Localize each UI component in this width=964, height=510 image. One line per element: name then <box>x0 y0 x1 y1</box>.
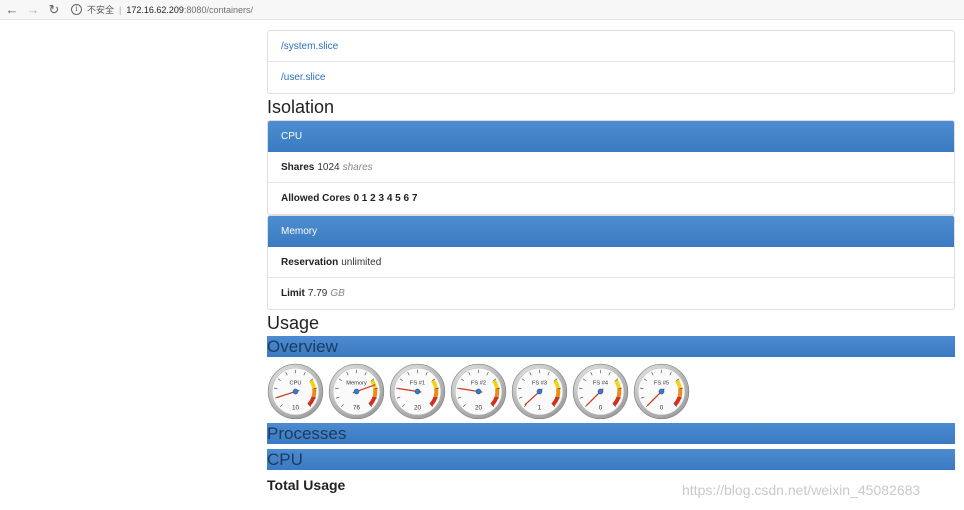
overview-heading-text: Overview <box>267 337 338 356</box>
usage-title: Usage <box>267 313 320 333</box>
processes-heading: Processes <box>267 423 955 444</box>
processes-heading-text: Processes <box>267 424 347 443</box>
gauge-value: 20 <box>475 404 482 411</box>
gauge-label: FS #3 <box>532 380 547 386</box>
gauge-label: FS #5 <box>654 380 669 386</box>
page-content: /system.slice /user.slice Isolation CPU … <box>267 30 955 495</box>
gauge-label: Memory <box>346 380 367 386</box>
info-icon[interactable]: i <box>71 4 82 15</box>
gauge-value: 0 <box>599 404 603 411</box>
gauge-label: FS #2 <box>471 380 486 386</box>
isolation-title: Isolation <box>267 97 335 117</box>
shares-label: Shares <box>281 161 315 173</box>
browser-toolbar: ← → ↻ i 不安全 | 172.16.62.209 :8080/contai… <box>0 0 964 20</box>
allowed-cores-label: Allowed Cores <box>281 193 351 204</box>
cpu-panel-heading: CPU <box>268 121 954 152</box>
cpu-isolation-panel: CPU Shares 1024 shares Allowed Cores 0 1… <box>267 120 955 215</box>
gauge-value: 10 <box>292 404 299 411</box>
shares-row: Shares 1024 shares <box>268 152 954 183</box>
separator: | <box>119 4 122 15</box>
url-host: 172.16.62.209 <box>126 4 184 15</box>
gauge-value: 1 <box>538 404 542 411</box>
gauge-hub <box>475 388 482 394</box>
gauge-label: CPU <box>289 380 301 386</box>
gauge-value: 20 <box>414 404 421 411</box>
allowed-cores-value: 0 1 2 3 4 5 6 7 <box>353 193 418 204</box>
gauges-row: CPU 10 Memory 76 FS #1 20 FS #2 20 FS #3 1 FS #4 0 F… <box>267 357 955 423</box>
gauge-fs-1: FS #1 20 <box>389 363 446 419</box>
limit-unit: GB <box>330 288 345 299</box>
gauge-value: 76 <box>353 404 360 411</box>
gauge-fs-2: FS #2 20 <box>450 363 507 419</box>
memory-panel-heading: Memory <box>268 216 954 247</box>
back-arrow-icon[interactable]: ← <box>3 1 21 19</box>
gauge-fs-4: FS #4 0 <box>572 363 629 419</box>
address-bar[interactable]: i 不安全 | 172.16.62.209 :8080/containers/ <box>71 1 253 19</box>
cpu-usage-heading: CPU <box>267 449 955 470</box>
gauge-hub <box>353 388 360 394</box>
cpu-usage-heading-text: CPU <box>267 450 303 469</box>
gauge-hub <box>536 388 543 394</box>
gauge-fs-5: FS #5 0 <box>633 363 690 419</box>
gauge-hub <box>597 388 604 394</box>
gauge-label: FS #4 <box>593 380 608 386</box>
gauge-hub <box>292 388 299 394</box>
watermark: https://blog.csdn.net/weixin_45082683 <box>682 482 921 498</box>
security-label: 不安全 <box>87 5 115 15</box>
reservation-label: Reservation <box>281 256 339 268</box>
limit-value: 7.79 <box>307 288 328 299</box>
url-path: :8080/containers/ <box>183 4 253 15</box>
gauge-memory: Memory 76 <box>328 363 385 419</box>
memory-isolation-panel: Memory Reservation unlimited Limit 7.79 … <box>267 215 955 310</box>
reservation-row: Reservation unlimited <box>268 247 954 278</box>
gauge-fs-3: FS #3 1 <box>511 363 568 419</box>
reload-icon[interactable]: ↻ <box>45 1 63 19</box>
limit-row: Limit 7.79 GB <box>268 278 954 309</box>
gauge-hub <box>414 388 421 394</box>
gauge-hub <box>658 388 665 394</box>
subcontainer-link-system[interactable]: /system.slice <box>281 41 338 52</box>
shares-value: 1024 <box>317 161 340 173</box>
forward-arrow-icon[interactable]: → <box>24 1 42 19</box>
overview-heading: Overview <box>267 336 955 357</box>
subcontainer-link-user[interactable]: /user.slice <box>281 72 325 83</box>
gauge-value: 0 <box>660 404 664 411</box>
limit-label: Limit <box>281 288 305 299</box>
subcontainers-list: /system.slice /user.slice <box>267 30 955 94</box>
gauge-label: FS #1 <box>410 380 425 386</box>
allowed-cores-row: Allowed Cores 0 1 2 3 4 5 6 7 <box>268 183 954 214</box>
list-item: /user.slice <box>268 62 954 93</box>
reservation-value: unlimited <box>341 256 382 268</box>
shares-unit: shares <box>342 161 373 173</box>
list-item: /system.slice <box>268 31 954 62</box>
gauge-cpu: CPU 10 <box>267 363 324 419</box>
